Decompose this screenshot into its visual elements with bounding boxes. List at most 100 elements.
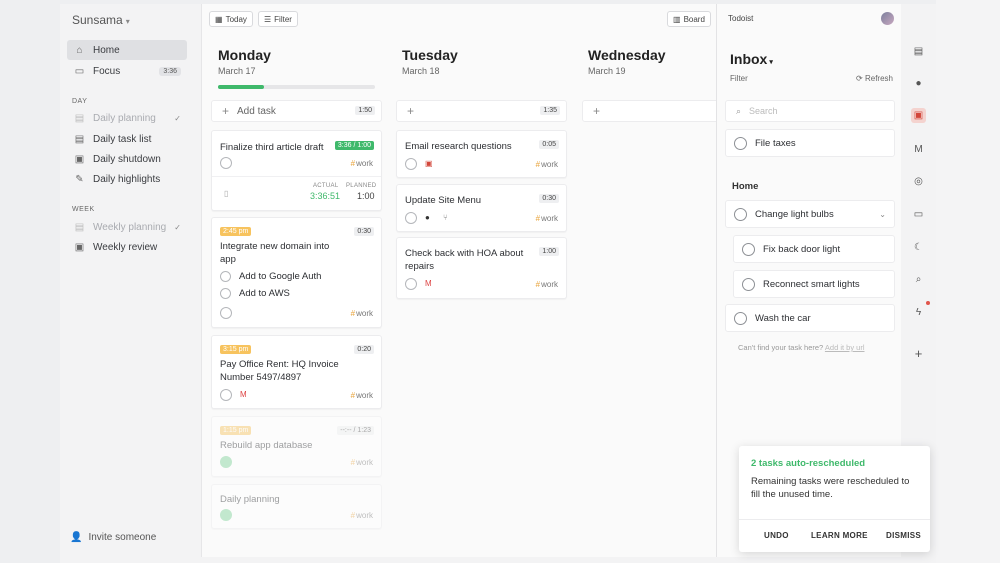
gmail-icon[interactable]: M (911, 142, 926, 157)
channel-tag[interactable]: #work (351, 458, 373, 467)
nav-weekly-planning[interactable]: ▤ Weekly planning ✓ (67, 217, 187, 237)
check-icon: ✓ (174, 222, 181, 232)
add-task-tuesday[interactable]: +1:35 (396, 100, 567, 122)
workspace-switcher[interactable]: Sunsama ▾ (72, 13, 130, 27)
channel-tag[interactable]: #work (351, 309, 373, 318)
add-task-time: 1:35 (540, 106, 560, 115)
subtask[interactable]: Add to Google Auth (220, 271, 321, 282)
planned-time[interactable]: 1:00 (357, 191, 375, 201)
dismiss-button[interactable]: DISMISS (886, 531, 921, 540)
task-circle[interactable] (742, 277, 755, 291)
task-circle[interactable] (742, 242, 755, 256)
time-chip[interactable]: 1:00 (539, 247, 559, 256)
cant-find-hint: Can't find your task here? Add it by url (738, 343, 865, 352)
channel-tag[interactable]: #work (536, 280, 558, 289)
task-card[interactable]: Check back with HOA about repairs 1:00 M… (396, 237, 567, 299)
todoist-subtask[interactable]: Reconnect smart lights (733, 270, 895, 298)
today-button[interactable]: ▦ Today (209, 11, 253, 27)
complete-checkbox[interactable] (405, 158, 417, 170)
calendar-icon[interactable]: ▤ (911, 44, 926, 59)
nav-home[interactable]: ⌂ Home (67, 40, 187, 60)
task-card[interactable]: 3:15 pm 0:20 Pay Office Rent: HQ Invoice… (211, 335, 382, 409)
channel-tag[interactable]: #work (351, 391, 373, 400)
time-chip[interactable]: 0:30 (539, 194, 559, 203)
gmail-icon[interactable]: M (240, 390, 247, 399)
search-input[interactable]: ⌕ Search (725, 100, 895, 122)
notes-icon[interactable]: ▯ (224, 189, 228, 198)
add-task-time: 1:50 (355, 106, 375, 115)
todoist-subtask[interactable]: Fix back door light (733, 235, 895, 263)
todoist-task[interactable]: Wash the car (725, 304, 895, 332)
complete-checkbox[interactable] (220, 389, 232, 401)
time-chip[interactable]: --:-- / 1:23 (337, 426, 374, 435)
complete-checkbox[interactable] (405, 278, 417, 290)
task-card-completed[interactable]: 1:15 pm --:-- / 1:23 Rebuild app databas… (211, 416, 382, 477)
branch-icon[interactable]: ⑂ (443, 213, 448, 222)
time-chip[interactable]: 3:36 / 1:00 (334, 141, 374, 150)
moon-icon[interactable]: ☾ (911, 240, 926, 255)
task-circle[interactable] (734, 136, 747, 150)
filter-button[interactable]: ☰ Filter (258, 11, 298, 27)
todoist-task[interactable]: File taxes (725, 129, 895, 157)
todoist-icon[interactable]: ▣ (911, 108, 926, 123)
nav-daily-shutdown[interactable]: ▣ Daily shutdown (67, 149, 187, 169)
channel-tag[interactable]: #work (536, 214, 558, 223)
actual-time[interactable]: 3:36:51 (310, 191, 340, 201)
invite-button[interactable]: 👤 Invite someone (70, 532, 156, 543)
nav-daily-planning[interactable]: ▤ Daily planning ✓ (67, 108, 187, 128)
learn-more-button[interactable]: LEARN MORE (811, 531, 868, 540)
add-by-url-link[interactable]: Add it by url (825, 343, 865, 352)
channel-tag[interactable]: #work (536, 160, 558, 169)
nav-daily-task-list[interactable]: ▤ Daily task list (67, 129, 187, 149)
complete-checkbox[interactable] (220, 456, 232, 468)
subtask-checkbox[interactable] (220, 271, 231, 282)
task-title: Daily planning (220, 494, 280, 505)
task-circle[interactable] (734, 311, 747, 325)
channel-tag[interactable]: #work (351, 159, 373, 168)
task-card-completed[interactable]: Daily planning #work (211, 484, 382, 529)
time-chip[interactable]: 0:20 (354, 345, 374, 354)
task-circle[interactable] (734, 207, 747, 221)
inbox-selector[interactable]: Inbox ▾ (730, 51, 773, 67)
plus-icon[interactable]: + (911, 346, 926, 361)
github-icon[interactable]: ● (425, 213, 430, 222)
task-card[interactable]: 2:45 pm 0:30 Integrate new domain into a… (211, 217, 382, 328)
undo-button[interactable]: UNDO (764, 531, 789, 540)
toast-body: Remaining tasks were rescheduled to fill… (751, 476, 910, 500)
board-view-button[interactable]: ▥ Board (667, 11, 711, 27)
nav-focus[interactable]: ▭ Focus 3:36 (67, 61, 187, 81)
refresh-button[interactable]: ⟳ Refresh (856, 74, 893, 83)
todoist-icon[interactable]: ▣ (425, 159, 433, 168)
time-chip[interactable]: 0:05 (539, 140, 559, 149)
channel-tag[interactable]: #work (351, 511, 373, 520)
gmail-icon[interactable]: M (425, 279, 432, 288)
subtask[interactable]: Add to AWS (220, 288, 290, 299)
task-title: Finalize third article draft (220, 142, 324, 153)
lightning-icon[interactable]: ϟ (911, 305, 926, 320)
subtask-checkbox[interactable] (220, 288, 231, 299)
task-card[interactable]: Update Site Menu 0:30 ● ⑂ #work (396, 184, 567, 232)
archive-icon[interactable]: ▭ (911, 207, 926, 222)
github-icon[interactable]: ● (911, 76, 926, 91)
task-title: Check back with HOA about repairs (405, 248, 524, 272)
nav-daily-highlights[interactable]: ✎ Daily highlights (67, 169, 187, 189)
task-title: Pay Office Rent: HQ Invoice Number 5497/… (220, 359, 339, 383)
scheduled-time-badge: 1:15 pm (220, 426, 252, 435)
avatar[interactable] (881, 12, 894, 25)
nav-weekly-review[interactable]: ▣ Weekly review (67, 237, 187, 257)
task-card[interactable]: Finalize third article draft 3:36 / 1:00… (211, 130, 382, 211)
complete-checkbox[interactable] (220, 307, 232, 319)
add-task-wednesday[interactable]: + (582, 100, 716, 122)
search-icon[interactable]: ⌕ (911, 272, 926, 287)
complete-checkbox[interactable] (405, 212, 417, 224)
time-chip[interactable]: 0:30 (354, 227, 374, 236)
monday-progress (218, 85, 375, 89)
complete-checkbox[interactable] (220, 157, 232, 169)
add-task-monday[interactable]: + Add task 1:50 (211, 100, 382, 122)
panel-filter[interactable]: Filter (730, 74, 748, 83)
chevron-down-icon[interactable]: ⌄ (879, 210, 886, 219)
task-card[interactable]: Email research questions 0:05 ▣ #work (396, 130, 567, 178)
target-icon[interactable]: ◎ (911, 174, 926, 189)
todoist-task[interactable]: Change light bulbs ⌄ (725, 200, 895, 228)
complete-checkbox[interactable] (220, 509, 232, 521)
